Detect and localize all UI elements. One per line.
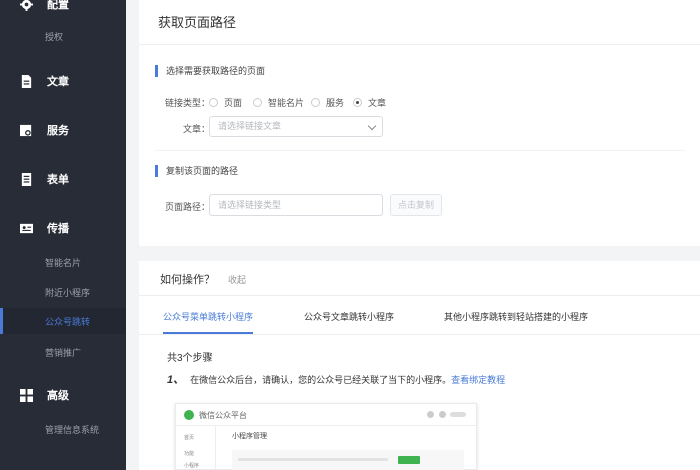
sidebar-item-label: 文章	[47, 76, 69, 88]
sidebar-item-auth[interactable]: 授权	[0, 23, 126, 49]
screenshot-notice-text	[238, 458, 388, 461]
screenshot-side-item: 功能	[184, 451, 195, 457]
article-select[interactable]: 请选择链接文章	[209, 116, 383, 137]
article-label: 文章：	[183, 124, 211, 134]
collapse-link[interactable]: 收起	[228, 273, 246, 286]
chevron-down-icon	[367, 121, 377, 131]
tab-article-jump[interactable]: 公众号文章跳转小程序	[304, 310, 394, 334]
sidebar-item-label: 服务	[47, 125, 69, 137]
radio-article[interactable]: 文章	[353, 96, 386, 109]
divider	[155, 150, 685, 151]
form-icon	[21, 172, 32, 186]
radio-label: 页面	[224, 98, 243, 108]
get-path-card: 获取页面路径 选择需要获取路径的页面 链接类型： 页面 智能名片 服务 文章 文…	[139, 0, 700, 246]
sidebar-item-label: 高级	[47, 390, 69, 402]
screenshot-main-title: 小程序管理	[232, 433, 267, 440]
radio-circle	[311, 98, 320, 107]
step-1: 1、 在微信公众后台，请确认，您的公众号已经关联了当下的小程序。查看绑定教程	[167, 371, 505, 387]
account-name-bar	[450, 412, 466, 417]
step-number: 1、	[167, 374, 185, 386]
grid-icon	[20, 388, 33, 402]
sidebar-item-nearby-miniprogram[interactable]: 附近小程序	[0, 279, 126, 305]
sidebar-item-config[interactable]: 配置	[0, 0, 126, 14]
mail-icon	[427, 411, 434, 418]
link-type-label: 链接类型：	[165, 98, 211, 108]
tab-menu-jump[interactable]: 公众号菜单跳转小程序	[163, 310, 254, 334]
sidebar-item-form[interactable]: 表单	[0, 169, 126, 189]
how-to-card: 如何操作？ 收起 公众号菜单跳转小程序 公众号文章跳转小程序 其他小程序跳转到轻…	[139, 261, 700, 470]
how-to-title: 如何操作？	[160, 274, 215, 286]
sidebar-item-smart-card[interactable]: 智能名片	[0, 249, 126, 275]
screenshot-header: 微信公众平台	[176, 404, 476, 426]
document-icon	[21, 74, 32, 88]
avatar	[439, 411, 446, 418]
radio-circle	[209, 98, 218, 107]
divider	[139, 295, 700, 296]
tutorial-screenshot: 微信公众平台 首页 功能 小程序 小程序管理	[175, 403, 477, 470]
page-path-input[interactable]: 请选择链接类型	[209, 194, 383, 216]
page-title: 获取页面路径	[158, 15, 237, 30]
service-icon	[20, 124, 32, 136]
screenshot-side-item: 小程序	[184, 463, 200, 469]
screenshot-side-item: 首页	[184, 435, 195, 441]
radio-circle-selected	[353, 98, 362, 107]
screenshot-sidebar: 首页 功能 小程序	[176, 426, 216, 470]
sidebar-item-article[interactable]: 文章	[0, 71, 126, 91]
sidebar-item-official-account-jump[interactable]: 公众号跳转	[0, 308, 126, 334]
sidebar: 配置 授权 文章 服务 表单 传播 智能名片 附近小程序 公众号跳转 营销推广 …	[0, 0, 126, 470]
sidebar-item-advanced[interactable]: 高级	[0, 385, 126, 405]
screenshot-header-title: 微信公众平台	[199, 411, 247, 420]
article-select-placeholder: 请选择链接文章	[218, 121, 282, 131]
radio-circle	[253, 98, 262, 107]
sidebar-item-marketing[interactable]: 营销推广	[0, 339, 126, 365]
gear-icon	[20, 0, 33, 11]
section-heading-copy-path: 复制该页面的路径	[155, 165, 238, 177]
sidebar-item-label: 配置	[47, 0, 69, 11]
binding-tutorial-link[interactable]: 查看绑定教程	[451, 375, 505, 385]
divider	[139, 334, 700, 335]
wechat-logo-icon	[184, 410, 194, 420]
page-path-placeholder: 请选择链接类型	[218, 200, 282, 210]
sidebar-item-label: 传播	[47, 223, 69, 235]
radio-service[interactable]: 服务	[311, 96, 344, 109]
sidebar-item-mis[interactable]: 管理信息系统	[0, 416, 126, 442]
radio-page[interactable]: 页面	[209, 96, 242, 109]
path-label: 页面路径：	[165, 202, 211, 212]
sidebar-item-label: 表单	[47, 174, 69, 186]
steps-count: 共3个步骤	[167, 353, 213, 364]
screenshot-action-button	[398, 456, 420, 464]
sidebar-item-spread[interactable]: 传播	[0, 218, 126, 238]
copy-button[interactable]: 点击复制	[390, 194, 442, 216]
radio-label: 智能名片	[268, 98, 305, 108]
tab-other-miniprogram-jump[interactable]: 其他小程序跳转到轻站搭建的小程序	[444, 310, 588, 334]
section-heading-select-page: 选择需要获取路径的页面	[155, 65, 265, 77]
divider	[139, 44, 700, 45]
radio-smart-card[interactable]: 智能名片	[253, 96, 304, 109]
radio-label: 文章	[368, 98, 387, 108]
app-root: 配置 授权 文章 服务 表单 传播 智能名片 附近小程序 公众号跳转 营销推广 …	[0, 0, 700, 470]
id-card-icon	[20, 223, 33, 233]
step-text: 在微信公众后台，请确认，您的公众号已经关联了当下的小程序。	[190, 375, 452, 385]
sidebar-item-service[interactable]: 服务	[0, 120, 126, 140]
radio-label: 服务	[326, 98, 345, 108]
